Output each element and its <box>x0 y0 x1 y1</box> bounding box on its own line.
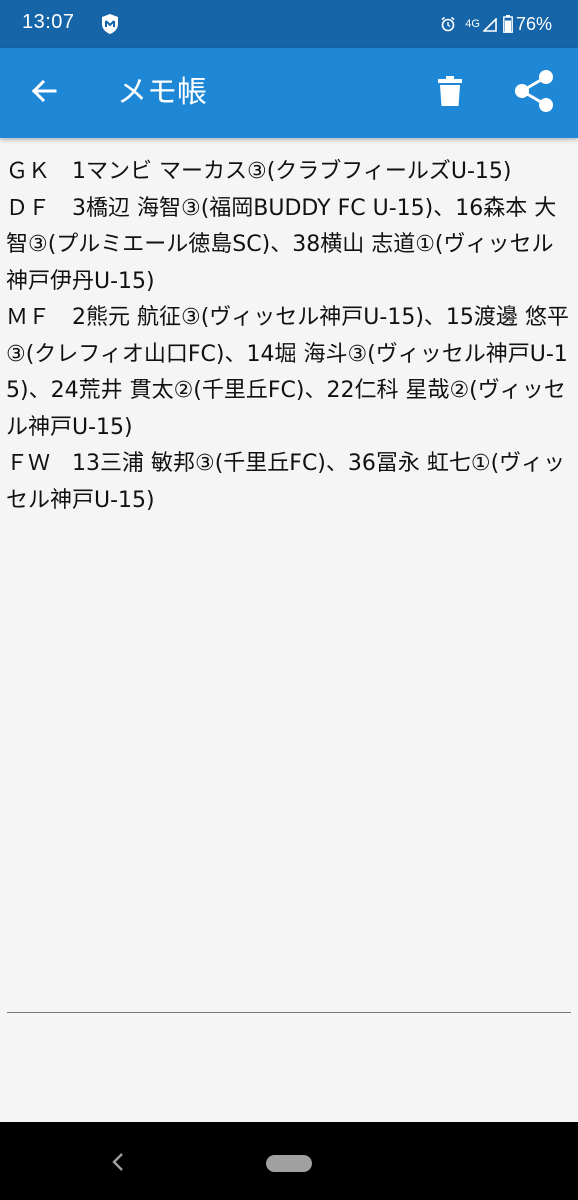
memo-underline <box>7 1012 571 1013</box>
shield-icon <box>100 13 120 35</box>
delete-button[interactable] <box>428 71 472 115</box>
nav-back-icon[interactable] <box>106 1150 130 1174</box>
signal-icon <box>482 17 497 32</box>
memo-text[interactable]: ＧＫ 1マンビ マーカス③(クラブフィールズU-15) ＤＦ 3橋辺 海智③(福… <box>6 154 570 519</box>
memo-editor[interactable]: ＧＫ 1マンビ マーカス③(クラブフィールズU-15) ＤＦ 3橋辺 海智③(福… <box>0 138 578 1014</box>
share-button[interactable] <box>510 69 558 117</box>
back-arrow-icon <box>30 77 58 109</box>
network-type: 4G <box>465 18 480 30</box>
battery-icon <box>503 15 513 33</box>
share-icon <box>513 69 555 117</box>
status-indicators: 4G 76% <box>440 13 552 35</box>
trash-icon <box>437 75 463 111</box>
battery-percent: 76% <box>515 13 552 34</box>
app-title: メモ帳 <box>117 75 207 110</box>
home-pill-icon[interactable] <box>266 1155 312 1172</box>
app-bar: メモ帳 <box>0 48 578 138</box>
back-button[interactable] <box>22 71 66 115</box>
status-time: 13:07 <box>22 11 75 33</box>
navigation-bar <box>0 1122 578 1200</box>
alarm-icon <box>440 16 456 32</box>
status-bar: 13:07 4G 76% <box>0 0 578 48</box>
